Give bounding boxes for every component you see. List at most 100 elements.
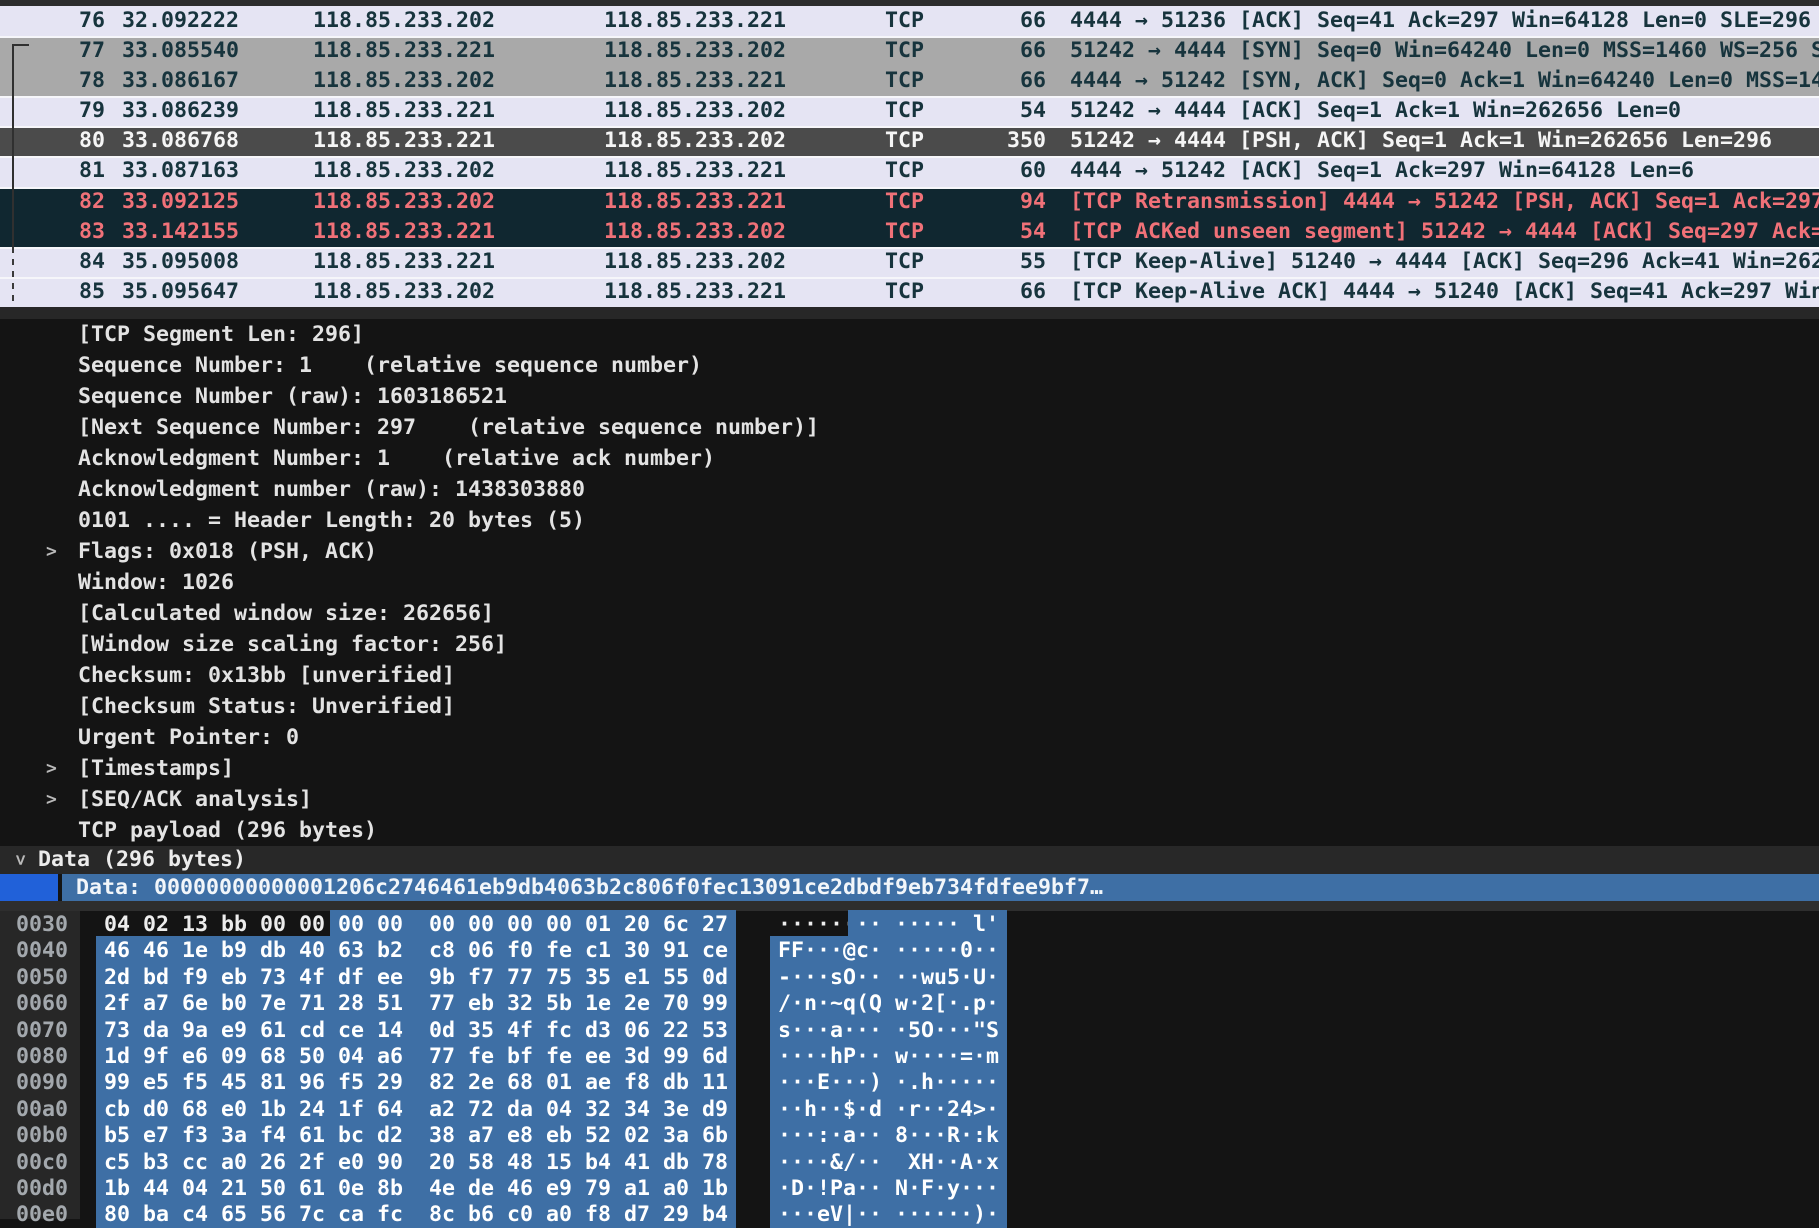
ascii-bytes: ···E···) ·.h····· [778,1070,999,1096]
packet-row-77[interactable]: 7733.085540118.85.233.221118.85.233.202T… [0,36,1819,66]
hex-row-00e0[interactable]: 00e0 80 ba c4 65 56 7c ca fc 8c b6 c0 a0 … [0,1202,1819,1228]
packet-source: 118.85.233.202 [313,277,495,307]
detail-line-text: [Calculated window size: 262656] [78,598,494,629]
chevron-right-icon[interactable]: > [46,536,57,567]
wireshark-window: 7632.092222118.85.233.202118.85.233.221T… [0,0,1819,1228]
packet-destination: 118.85.233.202 [604,126,786,156]
packet-destination: 118.85.233.221 [604,156,786,186]
packet-length: 66 [906,66,1046,96]
hex-row-0050[interactable]: 0050 2d bd f9 eb 73 4f df ee 9b f7 77 75 … [0,965,1819,991]
hex-offset: 0030 [16,912,68,938]
hex-row-0090[interactable]: 009099 e5 f5 45 81 96 f5 29 82 2e 68 01 … [0,1070,1819,1096]
hex-offset: 00e0 [16,1202,68,1228]
packet-row-82[interactable]: 8233.092125118.85.233.202118.85.233.221T… [0,187,1819,217]
detail-line[interactable]: >Flags: 0x018 (PSH, ACK) [0,536,1819,567]
hex-offset: 0080 [16,1044,68,1070]
hex-row-0080[interactable]: 00801d 9f e6 09 68 50 04 a6 77 fe bf fe … [0,1044,1819,1070]
hex-row-00c0[interactable]: 00c0c5 b3 cc a0 26 2f e0 90 20 58 48 15 … [0,1150,1819,1176]
ascii-bytes-selected: -···sO·· ··wu5·U· [770,963,1007,992]
detail-line[interactable]: Urgent Pointer: 0 [0,722,1819,753]
hex-row-0060[interactable]: 00602f a7 6e b0 7e 71 28 51 77 eb 32 5b … [0,991,1819,1017]
hex-offset: 00c0 [16,1150,68,1176]
ascii-bytes: FF···@c· ·····0·· [778,938,999,964]
ascii-bytes-selected: FF···@c· ·····0·· [770,936,1007,965]
detail-line[interactable]: >[Timestamps] [0,753,1819,784]
detail-line[interactable]: TCP payload (296 bytes) [0,815,1819,846]
hex-bytes-plain: 04 02 13 bb 00 00 [104,912,338,937]
ascii-bytes: ···:·a·· 8···R·:k [778,1123,999,1149]
detail-line[interactable]: Acknowledgment number (raw): 1438303880 [0,474,1819,505]
chevron-right-icon[interactable]: > [46,784,57,815]
detail-line[interactable]: >[SEQ/ACK analysis] [0,784,1819,815]
packet-source: 118.85.233.221 [313,247,495,277]
hex-bytes: 1b 44 04 21 50 61 0e 8b 4e de 46 e9 79 a… [104,1176,728,1202]
packet-no: 85 [0,277,105,307]
detail-line[interactable]: Checksum: 0x13bb [unverified] [0,660,1819,691]
ascii-bytes-plain: ······ [778,912,856,937]
packet-time: 33.086239 [122,96,239,126]
packet-row-76[interactable]: 7632.092222118.85.233.202118.85.233.221T… [0,6,1819,36]
pane-divider-top[interactable] [0,307,1819,319]
packet-row-85[interactable]: 8535.095647118.85.233.202118.85.233.221T… [0,277,1819,307]
detail-line[interactable]: Sequence Number: 1 (relative sequence nu… [0,350,1819,381]
ascii-bytes: ·D·!Pa·· N·F·y··· [778,1176,999,1202]
detail-line[interactable]: Window: 1026 [0,567,1819,598]
detail-line[interactable]: Acknowledgment Number: 1 (relative ack n… [0,443,1819,474]
hex-offset: 0050 [16,965,68,991]
ascii-bytes: ····hP·· w····=·m [778,1044,999,1070]
detail-field-data-selected[interactable]: Data: 00000000000001206c2746461eb9db4063… [0,874,1819,901]
packet-destination: 118.85.233.221 [604,187,786,217]
detail-node-data[interactable]: > Data (296 bytes) [0,846,1819,874]
detail-line-text: 0101 .... = Header Length: 20 bytes (5) [78,505,585,536]
packet-length: 54 [906,217,1046,247]
packet-list-pane: 7632.092222118.85.233.202118.85.233.221T… [0,6,1819,307]
detail-line[interactable]: [Next Sequence Number: 297 (relative seq… [0,412,1819,443]
packet-source: 118.85.233.202 [313,66,495,96]
hex-offset: 00d0 [16,1176,68,1202]
detail-line[interactable]: [Calculated window size: 262656] [0,598,1819,629]
packet-no: 81 [0,156,105,186]
hex-bytes: 2f a7 6e b0 7e 71 28 51 77 eb 32 5b 1e 2… [104,991,728,1017]
packet-time: 33.087163 [122,156,239,186]
packet-row-83[interactable]: 8333.142155118.85.233.221118.85.233.202T… [0,217,1819,247]
data-field-label: Data: 00000000000001206c2746461eb9db4063… [76,874,1103,901]
hex-row-00d0[interactable]: 00d0 1b 44 04 21 50 61 0e 8b 4e de 46 e9 … [0,1176,1819,1202]
packet-time: 33.092125 [122,187,239,217]
packet-row-78[interactable]: 7833.086167118.85.233.202118.85.233.221T… [0,66,1819,96]
hex-bytes: 80 ba c4 65 56 7c ca fc 8c b6 c0 a0 f8 d… [104,1202,728,1228]
packet-destination: 118.85.233.221 [604,66,786,96]
ascii-bytes-selected: ·· ····· l' [848,910,1007,939]
detail-line-text: Sequence Number (raw): 1603186521 [78,381,507,412]
ascii-bytes-selected: ···:·a·· 8···R·:k [770,1121,1007,1150]
detail-line[interactable]: [TCP Segment Len: 296] [0,319,1819,350]
ascii-bytes-selected: ··h··$·d ·r··24>· [770,1095,1007,1124]
packet-row-79[interactable]: 7933.086239118.85.233.221118.85.233.202T… [0,96,1819,126]
packet-length: 66 [906,36,1046,66]
hex-row-00b0[interactable]: 00b0b5 e7 f3 3a f4 61 bc d2 38 a7 e8 eb … [0,1123,1819,1149]
ascii-bytes: ··h··$·d ·r··24>· [778,1097,999,1123]
hex-bytes: 2d bd f9 eb 73 4f df ee 9b f7 77 75 35 e… [104,965,728,991]
ascii-bytes-selected: s···a··· ·5O···"S [770,1016,1007,1045]
chevron-right-icon[interactable]: > [46,753,57,784]
packet-source: 118.85.233.221 [313,126,495,156]
hex-row-00a0[interactable]: 00a0cb d0 68 e0 1b 24 1f 64 a2 72 da 04 … [0,1097,1819,1123]
detail-line-text: TCP payload (296 bytes) [78,815,377,846]
hex-bytes-selected: 2f a7 6e b0 7e 71 28 51 77 eb 32 5b 1e 2… [96,989,736,1018]
detail-line[interactable]: [Checksum Status: Unverified] [0,691,1819,722]
chevron-down-icon[interactable]: > [6,850,34,870]
packet-row-84[interactable]: 8435.095008118.85.233.221118.85.233.202T… [0,247,1819,277]
packet-length: 350 [906,126,1046,156]
detail-line[interactable]: Sequence Number (raw): 1603186521 [0,381,1819,412]
hex-row-0030[interactable]: 003004 02 13 bb 00 00 00 00 00 00 00 00 … [0,912,1819,938]
hex-row-0040[interactable]: 0040 46 46 1e b9 db 40 63 b2 c8 06 f0 fe … [0,938,1819,964]
hex-row-0070[interactable]: 007073 da 9a e9 61 cd ce 14 0d 35 4f fc … [0,1018,1819,1044]
hex-bytes: cb d0 68 e0 1b 24 1f 64 a2 72 da 04 32 3… [104,1097,728,1123]
detail-line-text: [TCP Segment Len: 296] [78,319,364,350]
hex-bytes: 46 46 1e b9 db 40 63 b2 c8 06 f0 fe c1 3… [104,938,728,964]
detail-line[interactable]: 0101 .... = Header Length: 20 bytes (5) [0,505,1819,536]
packet-row-81[interactable]: 8133.087163118.85.233.202118.85.233.221T… [0,156,1819,186]
detail-line[interactable]: [Window size scaling factor: 256] [0,629,1819,660]
hex-offset: 0040 [16,938,68,964]
hex-bytes-selected: 99 e5 f5 45 81 96 f5 29 82 2e 68 01 ae f… [96,1068,736,1097]
packet-row-80[interactable]: 8033.086768118.85.233.221118.85.233.202T… [0,126,1819,156]
